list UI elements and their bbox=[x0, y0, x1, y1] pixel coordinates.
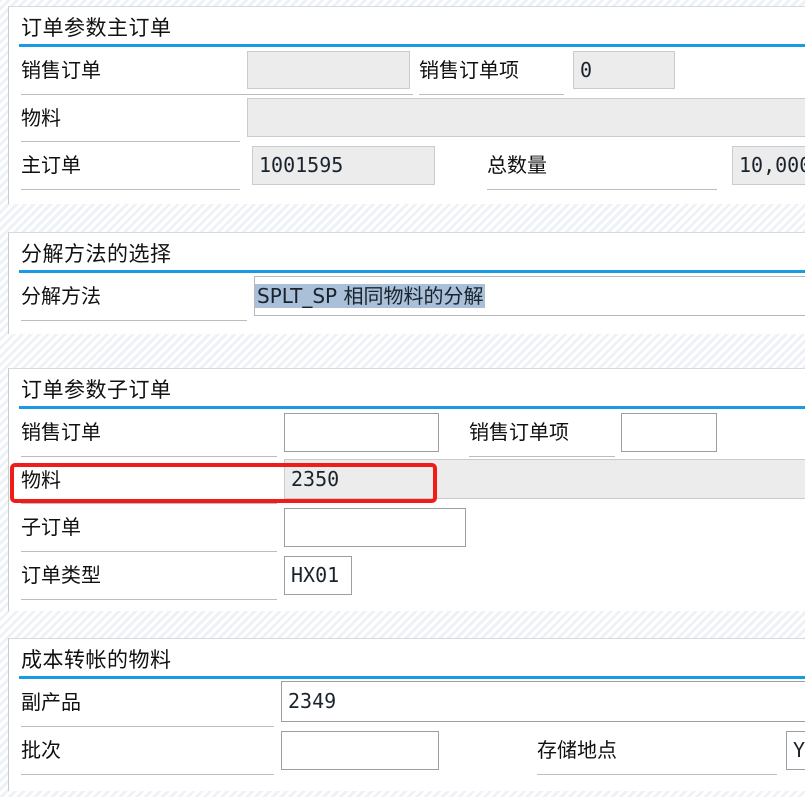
label-storage-location: 存储地点 bbox=[537, 738, 617, 762]
field-sub-sales-order-item[interactable] bbox=[621, 413, 717, 452]
label-sub-material: 物料 bbox=[21, 468, 61, 492]
field-sales-order[interactable] bbox=[247, 51, 410, 89]
label-sub-sales-order-item: 销售订单项 bbox=[469, 420, 569, 444]
field-storage-location[interactable]: YC bbox=[786, 731, 805, 770]
label-total-quantity: 总数量 bbox=[487, 153, 547, 177]
label-sales-order: 销售订单 bbox=[21, 58, 101, 82]
form-row-sub-sales-order: 销售订单 销售订单项 bbox=[9, 409, 805, 457]
split-method-selected-text: SPLT_SP 相同物料的分解 bbox=[255, 284, 486, 308]
form-row-material: 物料 bbox=[9, 95, 805, 142]
form-row-order-type: 订单类型 HX01 bbox=[9, 552, 805, 600]
label-split-method: 分解方法 bbox=[21, 284, 101, 308]
label-sub-order: 子订单 bbox=[21, 515, 81, 539]
label-main-order: 主订单 bbox=[21, 153, 81, 177]
section-split-method-selection: 分解方法的选择 分解方法 SPLT_SP 相同物料的分解 bbox=[8, 232, 805, 334]
label-sales-order-item: 销售订单项 bbox=[419, 58, 519, 82]
field-sub-sales-order[interactable] bbox=[284, 413, 439, 452]
form-row-sub-material: 物料 2350 bbox=[9, 457, 805, 504]
field-sales-order-item[interactable]: 0 bbox=[573, 51, 675, 89]
section-title: 分解方法的选择 bbox=[21, 242, 172, 266]
section-sub-order-parameters: 订单参数子订单 销售订单 销售订单项 物料 2350 子订单 订单类型 HX01 bbox=[8, 368, 805, 611]
form-row-split-method: 分解方法 SPLT_SP 相同物料的分解 bbox=[9, 273, 805, 321]
section-header-split-method-selection: 分解方法的选择 bbox=[9, 233, 805, 273]
row-divider bbox=[21, 599, 277, 600]
form-row-sub-order: 子订单 bbox=[9, 504, 805, 552]
form-row-main-order: 主订单 1001595 总数量 10,000 bbox=[9, 142, 805, 190]
form-row-batch: 批次 存储地点 YC bbox=[9, 727, 805, 775]
field-main-order[interactable]: 1001595 bbox=[252, 146, 435, 185]
field-sub-order[interactable] bbox=[284, 508, 466, 547]
section-header-sub-order-parameters: 订单参数子订单 bbox=[9, 369, 805, 409]
label-by-product: 副产品 bbox=[21, 690, 81, 714]
section-title: 订单参数子订单 bbox=[21, 378, 172, 402]
section-header-cost-transfer-material: 成本转帐的物料 bbox=[9, 639, 805, 679]
row-divider bbox=[21, 774, 274, 775]
field-batch[interactable] bbox=[281, 731, 439, 770]
section-cost-transfer-material: 成本转帐的物料 副产品 2349 批次 存储地点 YC bbox=[8, 638, 805, 791]
form-row-sales-order: 销售订单 销售订单项 0 bbox=[9, 47, 805, 95]
section-title: 订单参数主订单 bbox=[21, 16, 172, 40]
label-sub-sales-order: 销售订单 bbox=[21, 420, 101, 444]
form-row-by-product: 副产品 2349 bbox=[9, 679, 805, 727]
field-order-type[interactable]: HX01 bbox=[284, 556, 352, 595]
section-main-order-parameters: 订单参数主订单 销售订单 销售订单项 0 物料 主订单 1001595 总数量 … bbox=[8, 6, 805, 204]
sap-form-screen: 订单参数主订单 销售订单 销售订单项 0 物料 主订单 1001595 总数量 … bbox=[0, 0, 805, 797]
label-order-type: 订单类型 bbox=[21, 563, 101, 587]
section-header-main-order-parameters: 订单参数主订单 bbox=[9, 7, 805, 47]
field-total-quantity[interactable]: 10,000 bbox=[732, 146, 805, 185]
field-material[interactable] bbox=[247, 98, 805, 137]
field-sub-material[interactable]: 2350 bbox=[284, 459, 805, 499]
row-divider bbox=[487, 189, 717, 190]
row-divider bbox=[21, 189, 240, 190]
field-by-product[interactable]: 2349 bbox=[281, 681, 805, 722]
section-title: 成本转帐的物料 bbox=[21, 648, 172, 672]
row-divider bbox=[21, 320, 247, 321]
field-split-method[interactable]: SPLT_SP 相同物料的分解 bbox=[254, 276, 805, 316]
row-divider bbox=[537, 774, 777, 775]
label-batch: 批次 bbox=[21, 738, 61, 762]
label-material: 物料 bbox=[21, 106, 61, 130]
